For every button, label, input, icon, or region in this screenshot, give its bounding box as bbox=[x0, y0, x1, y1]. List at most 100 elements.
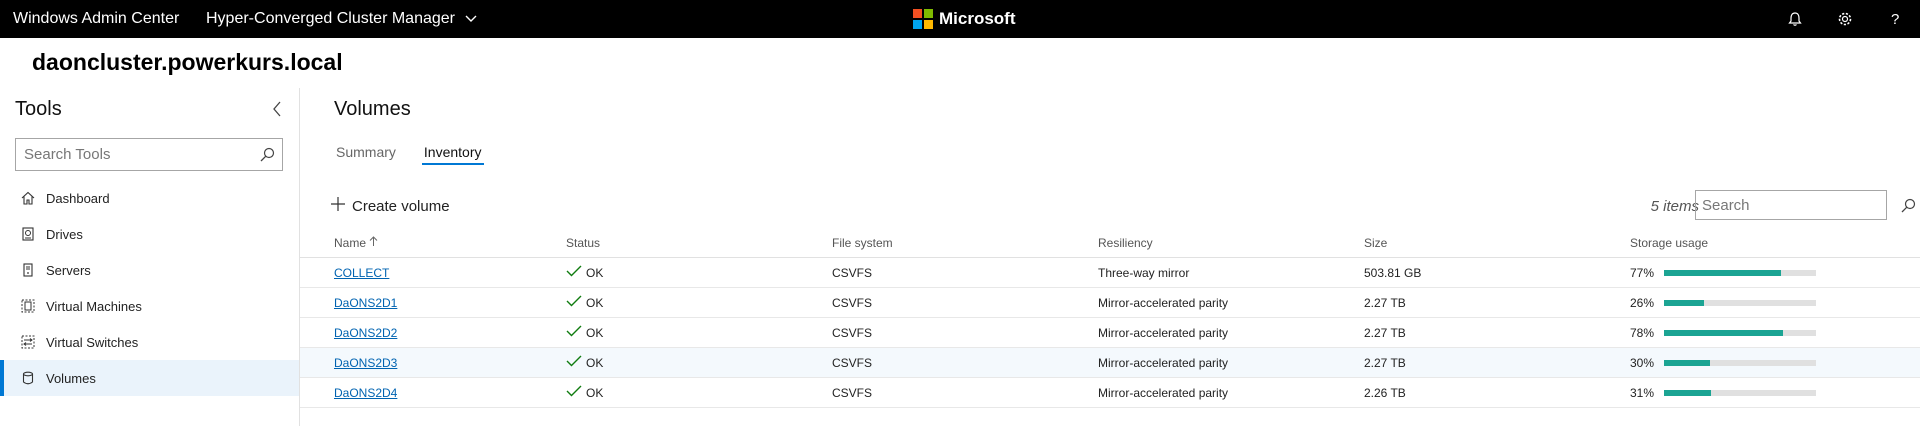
sidebar-item-label: Servers bbox=[46, 262, 91, 278]
table-header: Name Status File system Resiliency Size … bbox=[300, 228, 1920, 258]
column-header-file-system[interactable]: File system bbox=[832, 236, 1098, 250]
app-title[interactable]: Windows Admin Center bbox=[13, 10, 179, 28]
resiliency-cell: Mirror-accelerated parity bbox=[1098, 385, 1229, 400]
usage-bar bbox=[1664, 299, 1816, 306]
resiliency-cell: Mirror-accelerated parity bbox=[1098, 295, 1229, 310]
sidebar-item-servers[interactable]: Servers bbox=[0, 252, 299, 288]
cluster-name: daoncluster.powerkurs.local bbox=[32, 49, 343, 75]
column-header-label: Name bbox=[334, 235, 367, 250]
file-system-cell: CSVFS bbox=[832, 355, 873, 370]
tools-sidebar: Tools Dashboard Drives Servers bbox=[0, 88, 300, 426]
table-row[interactable]: DaONS2D2 OK CSVFS Mirror-accelerated par… bbox=[300, 318, 1920, 348]
column-header-size[interactable]: Size bbox=[1364, 236, 1630, 250]
brand-name: Microsoft bbox=[939, 9, 1016, 28]
file-system-cell: CSVFS bbox=[832, 295, 873, 310]
volume-name-link[interactable]: DaONS2D2 bbox=[334, 326, 397, 340]
drive-icon bbox=[20, 226, 36, 242]
sidebar-item-virtual-machines[interactable]: Virtual Machines bbox=[0, 288, 299, 324]
volume-name-link[interactable]: COLLECT bbox=[334, 266, 389, 280]
volumes-table: Name Status File system Resiliency Size … bbox=[300, 228, 1920, 408]
sidebar-item-label: Drives bbox=[46, 226, 83, 242]
help-icon[interactable]: ? bbox=[1870, 8, 1920, 30]
virtual-machine-icon bbox=[20, 298, 36, 314]
tools-search-box bbox=[15, 138, 283, 171]
manager-switcher[interactable]: Hyper-Converged Cluster Manager bbox=[206, 10, 477, 28]
checkmark-icon bbox=[566, 355, 582, 370]
virtual-switch-icon bbox=[20, 334, 36, 350]
search-icon[interactable] bbox=[1901, 198, 1916, 213]
column-header-storage-usage[interactable]: Storage usage bbox=[1630, 236, 1880, 250]
home-icon bbox=[20, 190, 36, 206]
tab-inventory[interactable]: Inventory bbox=[421, 144, 484, 165]
tools-nav: Dashboard Drives Servers Virtual Machine… bbox=[0, 180, 299, 396]
usage-percent: 77% bbox=[1630, 265, 1655, 280]
file-system-cell: CSVFS bbox=[832, 265, 873, 280]
create-volume-label: Create volume bbox=[352, 197, 450, 215]
table-row[interactable]: DaONS2D4 OK CSVFS Mirror-accelerated par… bbox=[300, 378, 1920, 408]
microsoft-logo: Microsoft bbox=[913, 9, 1016, 29]
table-row[interactable]: DaONS2D1 OK CSVFS Mirror-accelerated par… bbox=[300, 288, 1920, 318]
column-header-name[interactable]: Name bbox=[300, 236, 566, 250]
volume-name-link[interactable]: DaONS2D3 bbox=[334, 356, 397, 370]
sidebar-item-dashboard[interactable]: Dashboard bbox=[0, 180, 299, 216]
sidebar-item-drives[interactable]: Drives bbox=[0, 216, 299, 252]
volume-name-link[interactable]: DaONS2D4 bbox=[334, 386, 397, 400]
table-row[interactable]: COLLECT OK CSVFS Three-way mirror 503.81… bbox=[300, 258, 1920, 288]
file-system-cell: CSVFS bbox=[832, 385, 873, 400]
manager-label: Hyper-Converged Cluster Manager bbox=[206, 10, 455, 27]
table-row[interactable]: DaONS2D3 OK CSVFS Mirror-accelerated par… bbox=[300, 348, 1920, 378]
checkmark-icon bbox=[566, 325, 582, 340]
server-icon bbox=[20, 262, 36, 278]
column-header-status[interactable]: Status bbox=[566, 236, 832, 250]
tools-title: Tools bbox=[15, 98, 62, 120]
microsoft-logo-icon bbox=[913, 9, 933, 29]
checkmark-icon bbox=[566, 295, 582, 310]
chevron-down-icon bbox=[463, 10, 477, 28]
create-volume-button[interactable]: Create volume bbox=[330, 196, 450, 216]
usage-bar bbox=[1664, 389, 1816, 396]
usage-percent: 30% bbox=[1630, 355, 1655, 370]
resiliency-cell: Mirror-accelerated parity bbox=[1098, 325, 1229, 340]
gear-icon[interactable] bbox=[1820, 8, 1870, 30]
sidebar-item-volumes[interactable]: Volumes bbox=[0, 360, 299, 396]
sidebar-item-label: Virtual Switches bbox=[46, 334, 139, 350]
tools-search-input[interactable] bbox=[16, 139, 252, 170]
sidebar-item-label: Virtual Machines bbox=[46, 298, 142, 314]
volumes-search-input[interactable] bbox=[1696, 191, 1901, 219]
size-cell: 2.27 TB bbox=[1364, 325, 1406, 340]
volume-name-link[interactable]: DaONS2D1 bbox=[334, 296, 397, 310]
status-text: OK bbox=[586, 265, 604, 280]
usage-percent: 31% bbox=[1630, 385, 1655, 400]
status-text: OK bbox=[586, 325, 604, 340]
page-title: Volumes bbox=[334, 98, 411, 120]
resiliency-cell: Mirror-accelerated parity bbox=[1098, 355, 1229, 370]
usage-bar-fill bbox=[1664, 359, 1710, 366]
column-header-resiliency[interactable]: Resiliency bbox=[1098, 236, 1364, 250]
usage-bar-fill bbox=[1664, 299, 1704, 306]
status-text: OK bbox=[586, 355, 604, 370]
top-bar: Windows Admin Center Hyper-Converged Clu… bbox=[0, 0, 1920, 38]
status-text: OK bbox=[586, 385, 604, 400]
sort-ascending-icon bbox=[369, 235, 378, 250]
svg-text:?: ? bbox=[1891, 11, 1899, 28]
size-cell: 2.27 TB bbox=[1364, 295, 1406, 310]
size-cell: 2.27 TB bbox=[1364, 355, 1406, 370]
collapse-sidebar-icon[interactable] bbox=[266, 98, 288, 120]
search-icon[interactable] bbox=[252, 147, 282, 162]
usage-bar bbox=[1664, 329, 1816, 336]
usage-bar bbox=[1664, 269, 1816, 276]
notification-bell-icon[interactable] bbox=[1770, 8, 1820, 30]
sidebar-item-label: Volumes bbox=[46, 370, 96, 386]
tab-summary[interactable]: Summary bbox=[336, 144, 396, 165]
status-text: OK bbox=[586, 295, 604, 310]
file-system-cell: CSVFS bbox=[832, 325, 873, 340]
sidebar-item-virtual-switches[interactable]: Virtual Switches bbox=[0, 324, 299, 360]
resiliency-cell: Three-way mirror bbox=[1098, 265, 1190, 280]
volumes-search-box bbox=[1695, 190, 1916, 220]
usage-percent: 26% bbox=[1630, 295, 1655, 310]
usage-bar-fill bbox=[1664, 389, 1712, 396]
size-cell: 2.26 TB bbox=[1364, 385, 1406, 400]
checkmark-icon bbox=[566, 265, 582, 280]
main-content: Volumes Summary Inventory Create volume … bbox=[300, 88, 1920, 426]
plus-icon bbox=[330, 196, 346, 216]
